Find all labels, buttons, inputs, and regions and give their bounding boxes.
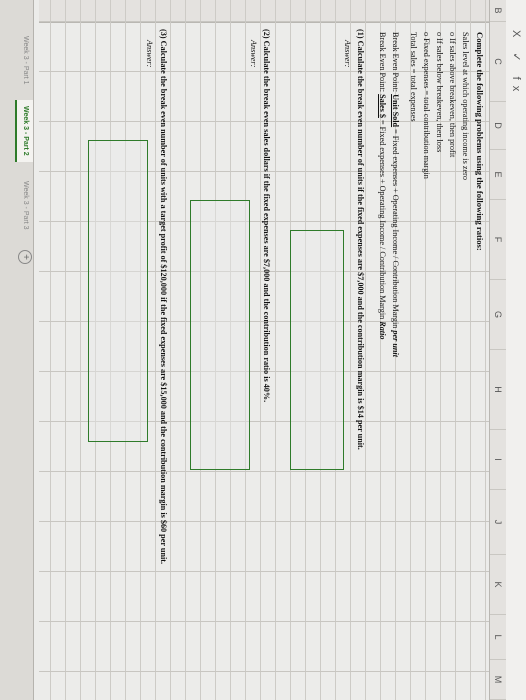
bep-units-rest: = Fixed expenses + Operating Income / Co… bbox=[391, 127, 400, 331]
bep-sales-suffix: Ratio bbox=[378, 321, 387, 340]
column-header-B[interactable]: B bbox=[490, 0, 506, 22]
sheet-tab-bar: Week 3 - Part 1 Week 3 - Part 2 Week 3 -… bbox=[0, 0, 34, 700]
column-header-G[interactable]: G bbox=[490, 280, 506, 350]
column-header-M[interactable]: M bbox=[490, 660, 506, 700]
add-sheet-icon[interactable]: + bbox=[18, 250, 32, 264]
tab-week-3-part-1[interactable]: Week 3 - Part 1 bbox=[17, 30, 33, 91]
question-2-answer-box[interactable] bbox=[190, 200, 250, 470]
intro-bullet-2: o If sales below breakeven, then loss bbox=[435, 32, 444, 153]
bep-units-key: Unit Sold bbox=[391, 94, 400, 128]
intro-line-1: Sales level at which operating income is… bbox=[461, 32, 470, 181]
column-header-L[interactable]: L bbox=[490, 615, 506, 660]
formula-icons[interactable]: X ✓ fx bbox=[510, 30, 523, 97]
bep-units-prefix: Break Even Point: bbox=[391, 32, 400, 95]
question-1-answer-box[interactable] bbox=[290, 230, 344, 470]
bep-sales-rest: = Fixed expenses + Operating Income / Co… bbox=[378, 117, 387, 322]
column-header-F[interactable]: F bbox=[490, 200, 506, 280]
column-header-D[interactable]: D bbox=[490, 102, 506, 150]
column-headers: B C D E F G H I J K L M bbox=[489, 0, 506, 700]
question-3-answer-box[interactable] bbox=[88, 140, 148, 442]
bep-sales-prefix: Break Even Point: bbox=[378, 32, 387, 95]
column-header-J[interactable]: J bbox=[490, 490, 506, 555]
bep-units-suffix: per unit bbox=[391, 330, 400, 357]
column-header-I[interactable]: I bbox=[490, 430, 506, 490]
question-2-label: (2) Calculate the break even sales dolla… bbox=[262, 29, 271, 403]
question-3-answer-label: Answer: bbox=[145, 40, 154, 68]
bep-sales-key: Sales $ bbox=[378, 94, 387, 118]
formula-bar[interactable]: X ✓ fx bbox=[505, 0, 526, 700]
question-1-answer-label: Answer: bbox=[343, 40, 352, 68]
instructions-heading: Complete the following problems using th… bbox=[475, 32, 485, 251]
intro-line-2: Total sales = total expenses bbox=[409, 32, 418, 122]
bep-units-formula: Break Even Point: Unit Sold = Fixed expe… bbox=[391, 32, 400, 357]
question-2-answer-label: Answer: bbox=[249, 40, 258, 68]
tab-week-3-part-3[interactable]: Week 3 - Part 3 bbox=[17, 175, 33, 236]
intro-bullet-3: o Fixed expenses = total contribution ma… bbox=[422, 32, 431, 179]
intro-bullet-1: o If sales above breakeven, then profit bbox=[448, 32, 457, 158]
column-header-K[interactable]: K bbox=[490, 555, 506, 615]
question-1-label: (1) Calculate the break even number of u… bbox=[356, 29, 365, 450]
column-header-C[interactable]: C bbox=[490, 22, 506, 102]
spreadsheet-photo: X ✓ fx B C D E F G H I J K L M Complete … bbox=[0, 0, 526, 700]
spreadsheet-window: X ✓ fx B C D E F G H I J K L M Complete … bbox=[0, 0, 526, 700]
column-header-H[interactable]: H bbox=[490, 350, 506, 430]
question-3-label: (3) Calculate the break even number of u… bbox=[159, 29, 168, 565]
column-header-E[interactable]: E bbox=[490, 150, 506, 200]
tab-week-3-part-2[interactable]: Week 3 - Part 2 bbox=[15, 100, 33, 162]
bep-sales-formula: Break Even Point: Sales $ = Fixed expens… bbox=[378, 32, 387, 339]
